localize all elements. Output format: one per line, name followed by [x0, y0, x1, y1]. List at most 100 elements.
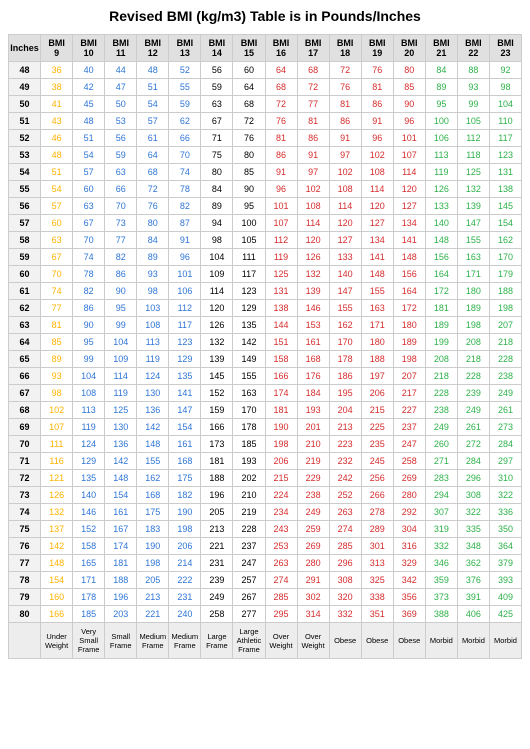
cell: 310 [489, 470, 521, 487]
cell: 189 [457, 300, 489, 317]
cell: 113 [425, 147, 457, 164]
cell: 108 [361, 164, 393, 181]
cell: 240 [169, 606, 201, 623]
cell: 133 [329, 249, 361, 266]
col-bmi-12: BMI12 [137, 35, 169, 62]
cell: 86 [265, 147, 297, 164]
cell: 109 [105, 351, 137, 368]
cell: 91 [329, 130, 361, 147]
cell: 70 [169, 147, 201, 164]
cell: 266 [361, 487, 393, 504]
cell: 142 [41, 538, 73, 555]
table-row: 7212113514816217518820221522924225626928… [9, 470, 522, 487]
cell: 351 [361, 606, 393, 623]
cell: 186 [329, 368, 361, 385]
cell: 232 [329, 453, 361, 470]
cell: 206 [361, 385, 393, 402]
cell: 126 [41, 487, 73, 504]
cell: 296 [457, 470, 489, 487]
col-bmi-9: BMI9 [41, 35, 73, 62]
cell: 196 [105, 589, 137, 606]
cell: 242 [329, 470, 361, 487]
cell: 409 [489, 589, 521, 606]
row-inches: 52 [9, 130, 41, 147]
cell: 356 [393, 589, 425, 606]
cell: 346 [425, 555, 457, 572]
cell: 155 [457, 232, 489, 249]
cell: 217 [393, 385, 425, 402]
cell: 198 [169, 521, 201, 538]
cell: 89 [41, 351, 73, 368]
cell: 142 [233, 334, 265, 351]
cell: 105 [233, 232, 265, 249]
cell: 124 [137, 368, 169, 385]
cell: 108 [329, 181, 361, 198]
cell: 257 [233, 572, 265, 589]
cell: 156 [393, 266, 425, 283]
cell: 59 [105, 147, 137, 164]
cell: 245 [361, 453, 393, 470]
cell: 117 [233, 266, 265, 283]
cell: 77 [41, 300, 73, 317]
cell: 127 [329, 232, 361, 249]
cell: 263 [329, 504, 361, 521]
cell: 322 [457, 504, 489, 521]
cell: 108 [297, 198, 329, 215]
cell: 104 [105, 334, 137, 351]
cell: 76 [265, 113, 297, 130]
cell: 111 [233, 249, 265, 266]
cell: 335 [457, 521, 489, 538]
cell: 107 [393, 147, 425, 164]
footer-cell: Under Weight [41, 623, 73, 659]
cell: 48 [137, 62, 169, 79]
cell: 147 [457, 215, 489, 232]
cell: 338 [361, 589, 393, 606]
table-row: 6174829098106114123131139147155164172180… [9, 283, 522, 300]
cell: 223 [329, 436, 361, 453]
cell: 114 [105, 368, 137, 385]
bmi-table: InchesBMI9BMI10BMI11BMI12BMI13BMI14BMI15… [8, 34, 522, 659]
cell: 224 [265, 487, 297, 504]
cell: 108 [73, 385, 105, 402]
cell: 131 [489, 164, 521, 181]
table-row: 7111612914215516818119320621923224525827… [9, 453, 522, 470]
cell: 102 [41, 402, 73, 419]
row-inches: 55 [9, 181, 41, 198]
cell: 95 [425, 96, 457, 113]
cell: 261 [457, 419, 489, 436]
cell: 84 [201, 181, 233, 198]
cell: 41 [41, 96, 73, 113]
cell: 205 [201, 504, 233, 521]
cell: 132 [297, 266, 329, 283]
cell: 154 [41, 572, 73, 589]
cell: 160 [41, 589, 73, 606]
cell: 359 [425, 572, 457, 589]
row-inches: 67 [9, 385, 41, 402]
table-row: 7714816518119821423124726328029631332934… [9, 555, 522, 572]
table-row: 49384247515559646872768185899398 [9, 79, 522, 96]
cell: 292 [393, 504, 425, 521]
row-inches: 60 [9, 266, 41, 283]
cell: 201 [297, 419, 329, 436]
cell: 142 [137, 419, 169, 436]
cell: 198 [489, 300, 521, 317]
cell: 213 [137, 589, 169, 606]
cell: 237 [393, 419, 425, 436]
table-row: 7312614015416818219621022423825226628029… [9, 487, 522, 504]
cell: 146 [297, 300, 329, 317]
cell: 247 [393, 436, 425, 453]
cell: 219 [297, 453, 329, 470]
cell: 90 [73, 317, 105, 334]
cell: 112 [265, 232, 297, 249]
cell: 243 [265, 521, 297, 538]
cell: 190 [265, 419, 297, 436]
row-inches: 78 [9, 572, 41, 589]
cell: 284 [489, 436, 521, 453]
cell: 99 [457, 96, 489, 113]
cell: 249 [201, 589, 233, 606]
cell: 183 [137, 521, 169, 538]
cell: 154 [489, 215, 521, 232]
cell: 98 [137, 283, 169, 300]
cell: 72 [233, 113, 265, 130]
cell: 106 [169, 283, 201, 300]
